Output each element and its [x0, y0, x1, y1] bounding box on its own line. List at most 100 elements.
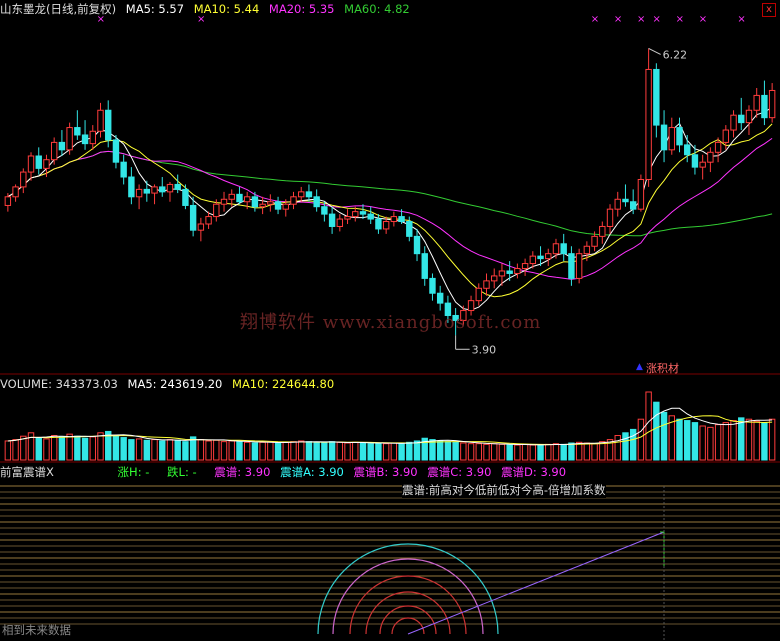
candle-body	[112, 139, 120, 163]
volume-bar	[444, 441, 452, 461]
volume-bar	[159, 440, 166, 461]
zhenpu-readout: 震谱: 3.90	[214, 465, 271, 479]
volume-bar	[267, 441, 274, 461]
candle-body	[599, 225, 606, 237]
volume-bar	[135, 438, 143, 461]
zhenpu-b-readout: 震谱B: 3.90	[353, 465, 418, 479]
volume-bar	[12, 439, 19, 461]
candle-body	[105, 109, 112, 141]
candle-body	[591, 235, 598, 247]
volume-bar	[328, 441, 336, 461]
volume-bar	[768, 418, 776, 461]
spectrum-arc	[379, 605, 437, 635]
spectrum-arc	[317, 543, 499, 635]
candle-body	[382, 221, 390, 230]
candle-body	[483, 280, 490, 289]
volume-bar	[467, 443, 475, 461]
candle-body	[521, 263, 529, 270]
indicator-name: 前富震谱X	[0, 465, 54, 479]
candle-body	[653, 68, 660, 126]
candle-body	[413, 235, 421, 255]
candle-body	[629, 201, 637, 210]
candle-body	[228, 193, 235, 200]
volume-bar	[336, 441, 344, 461]
volume-ma10-readout: MA10: 224644.80	[232, 377, 335, 391]
candle-body	[166, 183, 174, 193]
candle-body	[344, 216, 351, 220]
volume-bar	[699, 425, 706, 461]
volume-bar	[197, 439, 205, 461]
candle-body	[4, 196, 12, 206]
volume-bar	[97, 432, 104, 461]
candle-body	[267, 201, 274, 205]
volume-bar	[506, 444, 513, 461]
candle-body	[27, 155, 35, 173]
zhenpu-a-readout: 震谱A: 3.90	[280, 465, 344, 479]
volume-readout: VOLUME: 343373.03	[0, 377, 118, 391]
high-label: 6.22	[663, 48, 688, 61]
candle-body	[189, 204, 197, 231]
volume-bar	[714, 424, 722, 461]
volume-bar	[745, 418, 753, 461]
candle-body	[575, 253, 583, 279]
candle-body	[745, 109, 753, 124]
volume-bar	[213, 439, 220, 461]
candle-body	[753, 94, 760, 111]
watermark: 翔博软件 www.xiangbosoft.com	[240, 312, 542, 333]
candle-body	[691, 154, 699, 168]
candle-body	[614, 198, 621, 210]
candle-body	[645, 68, 652, 180]
candle-body	[135, 188, 143, 198]
candle-body	[560, 243, 567, 255]
volume-bar	[298, 440, 305, 461]
volume-bar	[128, 439, 135, 461]
candle-body	[20, 171, 27, 188]
volume-bar	[236, 441, 243, 461]
volume-bar	[20, 435, 27, 461]
volume-bar	[382, 443, 390, 461]
volume-bar	[529, 444, 537, 461]
volume-bar	[243, 441, 251, 461]
volume-bar	[637, 418, 645, 461]
volume-bar	[290, 441, 297, 461]
volume-bar	[390, 442, 398, 461]
candle-body	[722, 129, 730, 143]
candle-body	[213, 203, 220, 218]
candle-body	[151, 186, 158, 194]
volume-bar	[352, 441, 359, 461]
volume-bar	[753, 420, 760, 461]
signal-mark: ×	[737, 14, 745, 25]
candle-body	[545, 253, 552, 260]
volume-bar	[761, 422, 768, 461]
volume-bar	[58, 436, 66, 461]
volume-bar	[66, 433, 73, 461]
volume-bar	[89, 436, 96, 461]
low-label: 3.90	[472, 343, 497, 356]
volume-bar	[74, 435, 81, 461]
volume-bar	[452, 441, 459, 461]
volume-bar	[259, 441, 266, 461]
candle-body	[367, 213, 374, 220]
candle-body	[707, 151, 714, 163]
candle-body	[97, 109, 104, 132]
candle-body	[730, 114, 737, 131]
volume-bar	[552, 443, 560, 461]
volume-bar	[413, 440, 421, 461]
volume-bar	[220, 441, 228, 461]
zhang-h-readout: 涨H: -	[117, 465, 150, 479]
candle-body	[398, 216, 405, 223]
indicator-note: 震谱:前高对今低前低对今高-倍增加系数	[402, 482, 606, 498]
candle-body	[684, 144, 691, 156]
candle-body	[174, 183, 181, 190]
volume-bar	[645, 391, 652, 461]
volume-bar	[305, 441, 313, 461]
ma5-line	[7, 106, 773, 311]
candle-body	[290, 196, 297, 205]
candle-body	[305, 191, 313, 198]
volume-bar	[738, 417, 745, 461]
candle-body	[43, 159, 50, 169]
indicator-legend: 前富震谱X 涨H: - 跌L: - 震谱: 3.90 震谱A: 3.90 震谱B…	[0, 464, 572, 480]
volume-bar	[483, 443, 490, 461]
candle-body	[35, 155, 42, 169]
signal-mark: ×	[614, 14, 622, 25]
